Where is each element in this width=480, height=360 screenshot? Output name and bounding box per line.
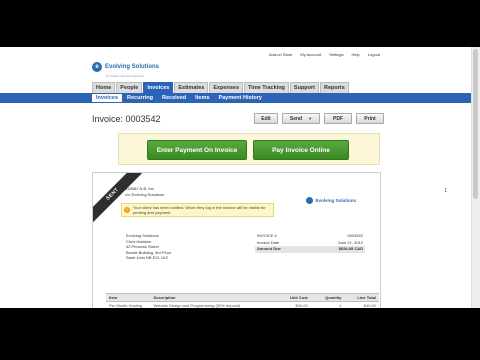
cell-description: Website Design and Programming (50% depo… [153, 303, 241, 308]
top-links: Add-on Store My Account Settings Help Lo… [269, 52, 380, 57]
nav-people[interactable]: People [116, 82, 143, 93]
nav-reports[interactable]: Reports [320, 82, 349, 93]
app-screen: Add-on Store My Account Settings Help Lo… [0, 47, 480, 308]
cell-quantity: 1 [339, 303, 342, 308]
sent-notice: ! Your client has been notified. When th… [121, 203, 274, 217]
invoice-logo: Evolving Solutions [306, 197, 356, 204]
subnav-received[interactable]: Received [158, 94, 190, 102]
nav-time-tracking[interactable]: Time Tracking [244, 82, 289, 93]
subnav-items[interactable]: Items [191, 94, 213, 102]
print-button-label: Print [364, 115, 376, 122]
subnav-payment-history[interactable]: Payment History [215, 94, 266, 102]
client-address: 534581 N.B. Inc. c/o Evolving Solutions [125, 186, 164, 197]
cell-unit-cost: $40.00 [295, 303, 308, 308]
mouse-cursor-icon: ↕ [444, 187, 448, 194]
edit-button-label: Edit [261, 115, 271, 122]
link-settings[interactable]: Settings [329, 52, 343, 57]
page-title: Invoice: 0003542 [92, 114, 161, 124]
meta-amount-due: Amount Due $654.85 CAD [255, 246, 365, 253]
nav-estimates[interactable]: Estimates [174, 82, 209, 93]
status-ribbon: SENT [93, 173, 146, 227]
send-button[interactable]: Send ▼ [282, 113, 320, 124]
scrollbar-thumb[interactable] [473, 49, 478, 199]
link-my-account[interactable]: My Account [300, 52, 321, 57]
print-button[interactable]: Print [356, 113, 384, 124]
line-items-table: Item Description Unit Cost Quantity Line… [106, 293, 379, 308]
link-help[interactable]: Help [352, 52, 360, 57]
payment-bar: Enter Payment On Invoice Pay Invoice Onl… [118, 133, 380, 165]
logo-name: Evolving Solutions [105, 64, 160, 70]
chevron-down-icon: ▼ [308, 116, 313, 121]
sender-address: Evolving Solutions Chris Haddow 42 Princ… [126, 233, 171, 261]
pay-online-button[interactable]: Pay Invoice Online [253, 140, 349, 160]
cell-item: Per Month Hosting [109, 303, 143, 308]
logo-tagline: innovative web development [106, 74, 144, 78]
sender-city: Saint John NB E2L 1K2 [126, 255, 168, 260]
pdf-button-label: PDF [333, 115, 343, 122]
invoice-actions: Edit Send ▼ PDF Print [254, 113, 384, 124]
table-row[interactable]: Per Month Hosting Website Design and Prog… [106, 302, 379, 308]
nav-invoices[interactable]: Invoices [143, 82, 174, 93]
send-button-label: Send [289, 115, 303, 122]
invoice-meta: INVOICE # 0003542 Invoice Date June 21, … [255, 233, 365, 253]
company-logo[interactable]: e Evolving Solutions innovative web deve… [92, 62, 160, 78]
edit-button[interactable]: Edit [254, 113, 278, 124]
invoice-document: SENT 534581 N.B. Inc. c/o Evolving Solut… [92, 172, 381, 308]
client-line-2: c/o Evolving Solutions [125, 191, 165, 197]
logo-icon [306, 197, 314, 204]
main-nav: Home People Invoices Estimates Expenses … [92, 82, 349, 93]
enter-payment-button[interactable]: Enter Payment On Invoice [147, 140, 247, 160]
pdf-button[interactable]: PDF [324, 113, 352, 124]
sub-nav: Invoices Recurring Received Items Paymen… [0, 93, 472, 103]
cell-line-total: $40.00 [363, 303, 376, 308]
nav-support[interactable]: Support [289, 82, 320, 93]
subnav-recurring[interactable]: Recurring [123, 94, 157, 102]
link-addon-store[interactable]: Add-on Store [269, 52, 293, 57]
nav-expenses[interactable]: Expenses [209, 82, 244, 93]
link-logout[interactable]: Logout [368, 52, 380, 57]
info-icon: ! [124, 207, 130, 213]
logo-icon: e [92, 62, 102, 72]
notice-text: Your client has been notified. When they… [133, 205, 266, 215]
table-header: Item Description Unit Cost Quantity Line… [106, 293, 379, 302]
subnav-invoices[interactable]: Invoices [92, 94, 123, 102]
nav-home[interactable]: Home [92, 82, 116, 93]
invoice-logo-name: Evolving Solutions [315, 198, 356, 203]
vertical-scrollbar[interactable] [471, 47, 480, 308]
